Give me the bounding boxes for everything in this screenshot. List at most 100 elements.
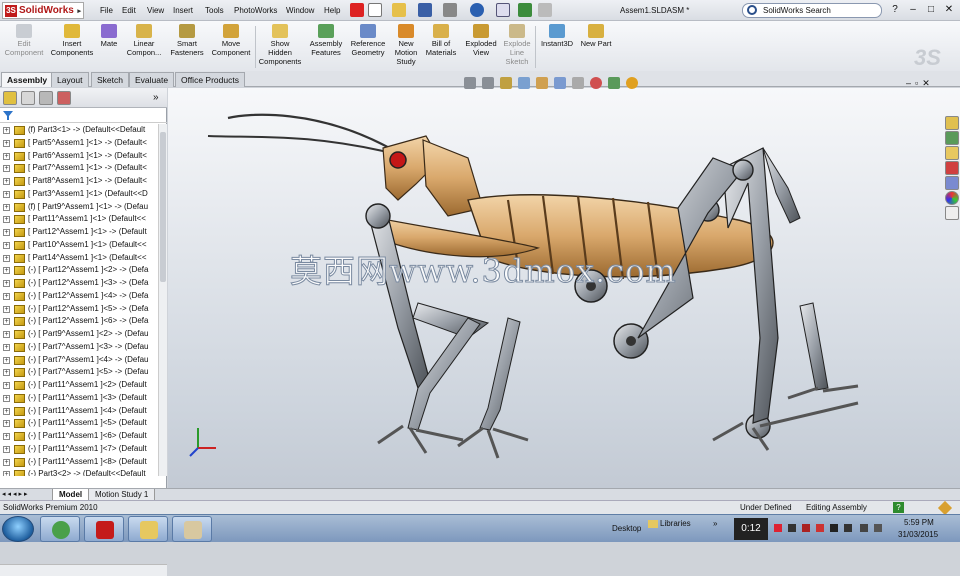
tree-item[interactable]: + (f) [ Part9^Assem1 ]<1> -> (Defau — [0, 201, 158, 214]
edit-appearance-icon[interactable] — [590, 77, 602, 89]
explode-line-sketch-button[interactable]: Explode Line Sketch — [501, 24, 533, 66]
select-cursor-icon[interactable] — [496, 3, 510, 17]
tree-item[interactable]: + (-) [ Part11^Assem1 ]<2> (Default — [0, 379, 158, 392]
rebuild-icon[interactable] — [518, 3, 532, 17]
tree-item[interactable]: + (-) [ Part11^Assem1 ]<5> (Default — [0, 417, 158, 430]
tree-item[interactable]: + (-) [ Part11^Assem1 ]<8> (Default — [0, 456, 158, 469]
tray-icon-1[interactable] — [774, 524, 782, 532]
desktop-toolbar[interactable]: Desktop — [612, 524, 641, 533]
expand-icon[interactable]: + — [3, 394, 10, 402]
tree-item[interactable]: + (-) [ Part7^Assem1 ]<4> -> (Defau — [0, 354, 158, 367]
expand-icon[interactable]: + — [3, 420, 10, 428]
tree-item[interactable]: + (-) [ Part11^Assem1 ]<7> (Default — [0, 443, 158, 456]
tab-scroll-arrows[interactable]: ◂◂◂▸▸ — [2, 490, 30, 498]
menu-help[interactable]: Help — [324, 6, 340, 15]
expand-icon[interactable]: + — [3, 267, 10, 275]
expand-icon[interactable]: + — [3, 292, 10, 300]
taskbar-solidworks[interactable] — [84, 516, 124, 542]
restore-button[interactable]: □ — [924, 4, 938, 15]
tree-item[interactable]: + (-) [ Part12^Assem1 ]<3> -> (Defa — [0, 277, 158, 290]
feature-tree-icon[interactable] — [3, 91, 17, 105]
print-icon[interactable] — [443, 3, 457, 17]
assembly-features-button[interactable]: Assembly Features — [305, 24, 347, 57]
apply-scene-icon[interactable] — [608, 77, 620, 89]
tree-item[interactable]: + [ Part6^Assem1 ]<1> -> (Default< — [0, 150, 158, 163]
tree-vertical-scrollbar[interactable] — [158, 124, 167, 476]
smart-fasteners-button[interactable]: Smart Fasteners — [166, 24, 208, 57]
tree-item[interactable]: + [ Part3^Assem1 ]<1> (Default<<D — [0, 188, 158, 201]
menu-window[interactable]: Window — [286, 6, 314, 15]
tree-item[interactable]: + (-) [ Part9^Assem1 ]<2> -> (Defau — [0, 328, 158, 341]
hide-show-items-icon[interactable] — [572, 77, 584, 89]
tree-item[interactable]: + (-) Part3<2> -> (Default<<Default — [0, 468, 158, 476]
file-explorer-icon[interactable] — [945, 146, 959, 160]
open-folder-icon[interactable] — [392, 3, 406, 17]
menu-edit[interactable]: Edit — [122, 6, 136, 15]
view-palette-icon[interactable] — [945, 176, 959, 190]
tab-assembly[interactable]: Assembly — [1, 72, 54, 87]
expand-icon[interactable]: + — [3, 254, 10, 262]
expand-icon[interactable]: + — [3, 318, 10, 326]
expand-icon[interactable]: + — [3, 445, 10, 453]
tree-item[interactable]: + (-) [ Part12^Assem1 ]<5> -> (Defa — [0, 303, 158, 316]
tray-icon-7[interactable] — [860, 524, 868, 532]
view-settings-icon[interactable] — [626, 77, 638, 89]
search-input[interactable]: SolidWorks Search — [742, 3, 882, 18]
help-button[interactable]: ? — [888, 4, 902, 15]
expand-icon[interactable]: + — [3, 471, 10, 476]
view-orientation-icon[interactable] — [536, 77, 548, 89]
tray-icon-3[interactable] — [802, 524, 810, 532]
tree-horizontal-scrollbar[interactable] — [0, 564, 167, 576]
show-hidden-components-button[interactable]: Show Hidden Components — [258, 24, 302, 66]
expand-icon[interactable]: + — [3, 178, 10, 185]
expand-icon[interactable]: + — [3, 433, 10, 440]
tree-item[interactable]: + (-) [ Part11^Assem1 ]<6> (Default — [0, 430, 158, 443]
solidworks-logo[interactable]: 3S SolidWorks ▸ — [2, 2, 84, 19]
search-results-icon[interactable] — [945, 161, 959, 175]
expand-icon[interactable]: + — [3, 407, 10, 415]
section-view-icon[interactable] — [518, 77, 530, 89]
expand-icon[interactable]: + — [3, 343, 10, 351]
new-motion-study-button[interactable]: New Motion Study — [390, 24, 422, 66]
expand-icon[interactable]: + — [3, 305, 10, 313]
linear-component-pattern-button[interactable]: Linear Compon... — [124, 24, 164, 57]
reference-geometry-button[interactable]: Reference Geometry — [348, 24, 388, 57]
menu-view[interactable]: View — [147, 6, 164, 15]
graphics-area[interactable]: 莫西网www.3dmox.com — [168, 88, 960, 488]
zoom-area-icon[interactable] — [482, 77, 494, 89]
property-manager-icon[interactable] — [21, 91, 35, 105]
tree-item[interactable]: + (-) [ Part12^Assem1 ]<6> -> (Defa — [0, 315, 158, 328]
custom-properties-icon[interactable] — [945, 206, 959, 220]
expand-icon[interactable]: + — [3, 152, 10, 160]
libraries-toolbar[interactable]: Libraries — [660, 519, 691, 528]
instant3d-button[interactable]: Instant3D — [538, 24, 576, 48]
solidworks-resources-icon[interactable] — [945, 116, 959, 130]
tree-item[interactable]: + (-) [ Part11^Assem1 ]<4> (Default — [0, 405, 158, 418]
design-library-icon[interactable] — [945, 131, 959, 145]
new-document-icon[interactable] — [368, 3, 382, 17]
expand-icon[interactable]: + — [3, 216, 10, 224]
expand-icon[interactable]: + — [3, 241, 10, 249]
menu-photoworks[interactable]: PhotoWorks — [234, 6, 277, 15]
expand-icon[interactable]: + — [3, 127, 10, 134]
volume-icon[interactable] — [874, 524, 882, 532]
new-part-button[interactable]: New Part — [579, 24, 613, 48]
tree-item[interactable]: + (-) [ Part11^Assem1 ]<3> (Default — [0, 392, 158, 405]
display-manager-icon[interactable] — [57, 91, 71, 105]
tree-item[interactable]: + [ Part5^Assem1 ]<1> -> (Default< — [0, 137, 158, 150]
expand-icon[interactable]: + — [3, 165, 10, 173]
tree-item[interactable]: + (-) [ Part12^Assem1 ]<2> -> (Defa — [0, 264, 158, 277]
taskbar-paint[interactable] — [172, 516, 212, 542]
expand-panel-icon[interactable]: » — [153, 92, 159, 103]
expand-icon[interactable]: + — [3, 229, 10, 236]
bill-of-materials-button[interactable]: Bill of Materials — [424, 24, 458, 57]
taskbar-app-1[interactable] — [40, 516, 80, 542]
tree-item[interactable]: + [ Part14^Assem1 ]<1> (Default<< — [0, 252, 158, 265]
scrollbar-thumb[interactable] — [160, 132, 166, 282]
expand-icon[interactable]: + — [3, 139, 10, 147]
configuration-manager-icon[interactable] — [39, 91, 53, 105]
tray-icon-5[interactable] — [830, 524, 838, 532]
clock-time[interactable]: 5:59 PM — [904, 518, 934, 527]
close-button[interactable]: ✕ — [942, 4, 956, 15]
tab-layout[interactable]: Layout — [51, 72, 89, 87]
